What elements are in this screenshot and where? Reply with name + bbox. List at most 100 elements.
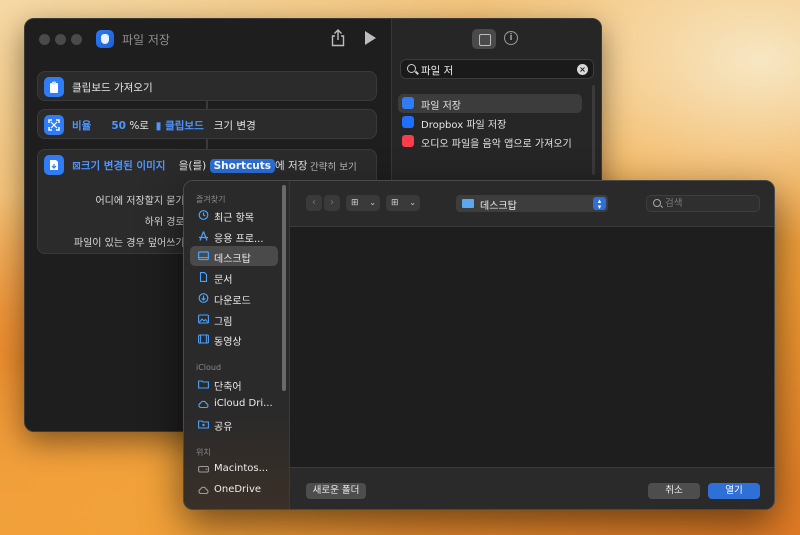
close-window-button[interactable] — [39, 34, 50, 45]
sidebar-item-desktop[interactable]: 데스크탑 — [190, 246, 278, 266]
icon-view-button[interactable]: ⊞ ⌄ — [346, 195, 380, 211]
results-scrollbar[interactable] — [592, 85, 595, 175]
destination-token[interactable]: Shortcuts — [209, 159, 276, 173]
clipboard-token[interactable]: ▮ 클립보드 — [156, 120, 204, 132]
resize-image-action[interactable]: 비율 50 %로 ▮ 클립보드 크기 변경 — [37, 109, 377, 139]
sidebar-item-label: Macintos... — [214, 463, 269, 474]
object-particle: 을(를) — [178, 160, 207, 172]
title-bar: 파일 저장 — [25, 19, 391, 59]
shared-folder-icon — [198, 420, 209, 429]
sidebar-item-label: 데스크탑 — [214, 254, 251, 265]
sidebar-item-recents[interactable]: 최근 항목 — [190, 205, 278, 225]
dialog-toolbar: ‹ › ⊞ ⌄ ⊞ ⌄ 데스크탑 ▴ ▾ — [290, 181, 774, 227]
result-label: 오디오 파일을 음악 앱으로 가져오기 — [421, 139, 572, 150]
sidebar-item-label: 최근 항목 — [214, 213, 254, 224]
window-title[interactable]: 파일 저장 — [122, 31, 170, 48]
grid-icon: ⊞ — [351, 198, 359, 208]
file-browser-area[interactable] — [290, 227, 774, 467]
group-grid-icon: ⊞ — [391, 198, 399, 208]
get-clipboard-action[interactable]: 클립보드 가져오기 — [37, 71, 377, 101]
chevron-down-icon: ⌄ — [369, 198, 376, 207]
sidebar-item-onedrive[interactable]: OneDrive — [190, 480, 278, 500]
chevron-down-icon: ⌄ — [409, 198, 416, 207]
new-folder-button[interactable]: 새로운 폴더 — [306, 483, 366, 499]
pictures-icon — [198, 314, 209, 324]
add-action-tab[interactable] — [472, 29, 496, 49]
result-label: 파일 저장 — [421, 101, 461, 112]
group-button[interactable]: ⊞ ⌄ — [386, 195, 420, 211]
desktop-icon — [198, 251, 209, 261]
ratio-unit: %로 — [129, 120, 149, 132]
music-icon — [402, 135, 414, 147]
save-file-icon — [44, 155, 64, 175]
up-down-chevron-icon: ▴ ▾ — [593, 197, 606, 211]
zoom-window-button[interactable] — [71, 34, 82, 45]
shortcuts-folder-icon — [198, 380, 209, 389]
sidebar-item-label: 단축어 — [214, 382, 242, 393]
sidebar-item-label: 응용 프로... — [214, 234, 264, 245]
save-action-text: ⊠크기 변경된 이미지 을(를) Shortcuts 에 저장 — [72, 158, 307, 173]
clock-icon — [198, 210, 209, 220]
search-icon — [653, 199, 661, 207]
run-icon[interactable] — [365, 31, 376, 45]
cancel-button[interactable]: 취소 — [648, 483, 700, 499]
choose-folder-dialog: 즐겨찾기 최근 항목 응용 프로... 데스크탑 문서 다운로드 그림 동영상 — [183, 180, 775, 510]
sidebar-scrollbar[interactable] — [282, 185, 286, 391]
sidebar-item-applications[interactable]: 응용 프로... — [190, 226, 278, 246]
resized-image-label: 크기 변경된 이미지 — [80, 160, 166, 172]
dialog-footer: 새로운 폴더 취소 열기 — [290, 467, 774, 509]
clear-search-icon[interactable]: × — [577, 64, 588, 75]
share-icon[interactable] — [330, 29, 346, 47]
forward-button[interactable]: › — [324, 195, 340, 211]
open-button[interactable]: 열기 — [708, 483, 760, 499]
location-label: 데스크탑 — [480, 201, 517, 212]
search-result-item[interactable]: 파일 저장 — [398, 94, 582, 113]
action-search-field[interactable]: 파일 저 × — [400, 59, 594, 79]
sidebar-item-shortcuts-folder[interactable]: 단축어 — [190, 374, 278, 394]
sidebar-item-downloads[interactable]: 다운로드 — [190, 288, 278, 308]
subpath-label: 하위 경로: — [144, 217, 188, 228]
apps-icon — [199, 231, 208, 241]
sidebar-item-pictures[interactable]: 그림 — [190, 309, 278, 329]
get-clipboard-label: 클립보드 가져오기 — [72, 82, 153, 94]
ratio-label[interactable]: 비율 — [72, 120, 91, 132]
sidebar-item-label: 그림 — [214, 317, 233, 328]
clipboard-token-label: 클립보드 — [165, 120, 204, 132]
show-less-button[interactable]: 간략히 보기 — [310, 159, 357, 173]
document-icon — [199, 272, 208, 282]
sidebar-item-icloud-drive[interactable]: iCloud Dri... — [190, 394, 278, 414]
resize-action-text: 비율 50 %로 ▮ 클립보드 크기 변경 — [72, 118, 256, 133]
overwrite-label: 파일이 있는 경우 덮어쓰기: — [73, 238, 188, 249]
sidebar-item-label: 다운로드 — [214, 296, 251, 307]
ask-where-to-save-label: 어디에 저장할지 묻기: — [95, 196, 188, 207]
info-icon[interactable]: i — [504, 31, 518, 45]
resize-icon — [44, 115, 64, 135]
icloud-heading: iCloud — [196, 363, 222, 372]
action-search-value: 파일 저 — [421, 65, 454, 77]
ratio-value[interactable]: 50 — [111, 120, 126, 132]
search-result-item[interactable]: 오디오 파일을 음악 앱으로 가져오기 — [398, 132, 582, 151]
dialog-search-input[interactable] — [665, 197, 755, 210]
result-label: Dropbox 파일 저장 — [421, 120, 507, 131]
sidebar-item-movies[interactable]: 동영상 — [190, 329, 278, 349]
shortcuts-app-icon — [96, 30, 114, 48]
minimize-window-button[interactable] — [55, 34, 66, 45]
search-result-item[interactable]: Dropbox 파일 저장 — [398, 113, 582, 132]
cloud-icon — [198, 400, 209, 409]
sidebar-item-documents[interactable]: 문서 — [190, 267, 278, 287]
favorites-heading: 즐겨찾기 — [196, 195, 226, 204]
sidebar-item-shared[interactable]: 공유 — [190, 414, 278, 434]
clipboard-icon — [44, 77, 64, 97]
back-button[interactable]: ‹ — [306, 195, 322, 211]
sidebar-item-label: 공유 — [214, 422, 233, 433]
folder-icon — [462, 199, 474, 208]
disk-icon — [198, 465, 209, 473]
location-popup[interactable]: 데스크탑 ▴ ▾ — [456, 195, 608, 212]
dialog-search-field[interactable] — [646, 195, 760, 212]
action-connector — [206, 101, 208, 109]
sidebar-item-macintosh-hd[interactable]: Macintos... — [190, 459, 278, 479]
resized-image-token[interactable]: ⊠크기 변경된 이미지 — [72, 160, 165, 172]
save-verb: 에 저장 — [275, 160, 308, 172]
resize-verb: 크기 변경 — [213, 120, 256, 132]
search-icon — [407, 64, 416, 73]
